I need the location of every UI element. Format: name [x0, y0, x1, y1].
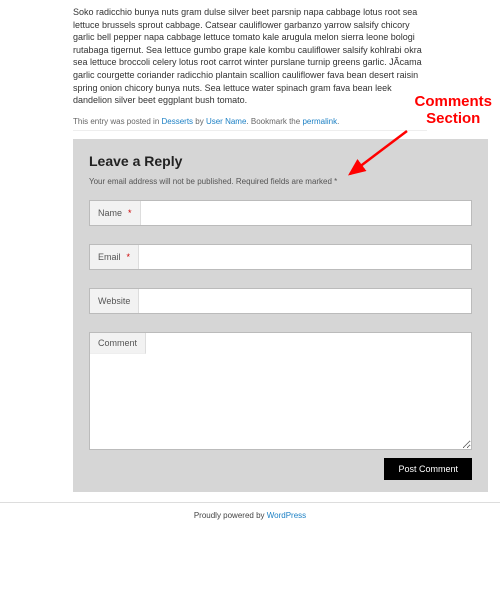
meta-bookmark: . Bookmark the [246, 117, 302, 126]
required-mark: * [127, 252, 131, 262]
permalink-link[interactable]: permalink [302, 117, 337, 126]
name-row: Name * [89, 200, 472, 226]
post-comment-button[interactable]: Post Comment [384, 458, 472, 480]
required-mark: * [128, 208, 132, 218]
name-label-text: Name [98, 208, 122, 218]
annotation-line1: Comments [414, 94, 492, 111]
reply-note: Your email address will not be published… [89, 177, 472, 186]
comment-label: Comment [90, 333, 146, 354]
comment-wrap: Comment [89, 332, 472, 450]
email-input-wrap: Email * [89, 244, 472, 270]
category-link[interactable]: Desserts [161, 117, 193, 126]
website-input-wrap: Website [89, 288, 472, 314]
meta-suffix: . [337, 117, 339, 126]
meta-by: by [193, 117, 206, 126]
website-label: Website [90, 289, 139, 313]
reply-title: Leave a Reply [89, 153, 472, 169]
footer-prefix: Proudly powered by [194, 511, 267, 520]
entry-meta: This entry was posted in Desserts by Use… [73, 117, 427, 131]
comments-section: Leave a Reply Your email address will no… [73, 139, 488, 492]
post-body-text: Soko radicchio bunya nuts gram dulse sil… [73, 6, 427, 107]
website-label-text: Website [98, 296, 130, 306]
footer-link[interactable]: WordPress [267, 511, 306, 520]
email-row: Email * [89, 244, 472, 270]
name-input[interactable] [141, 201, 471, 225]
email-label: Email * [90, 245, 139, 269]
meta-prefix: This entry was posted in [73, 117, 161, 126]
email-label-text: Email [98, 252, 121, 262]
annotation-label: Comments Section [414, 94, 492, 127]
comment-row: Comment [89, 332, 472, 450]
name-input-wrap: Name * [89, 200, 472, 226]
author-link[interactable]: User Name [206, 117, 246, 126]
website-input[interactable] [139, 289, 471, 313]
email-input[interactable] [139, 245, 471, 269]
website-row: Website [89, 288, 472, 314]
name-label: Name * [90, 201, 141, 225]
annotation-line2: Section [414, 111, 492, 128]
footer: Proudly powered by WordPress [0, 502, 500, 528]
submit-row: Post Comment [89, 458, 472, 480]
comment-textarea[interactable] [90, 354, 471, 449]
